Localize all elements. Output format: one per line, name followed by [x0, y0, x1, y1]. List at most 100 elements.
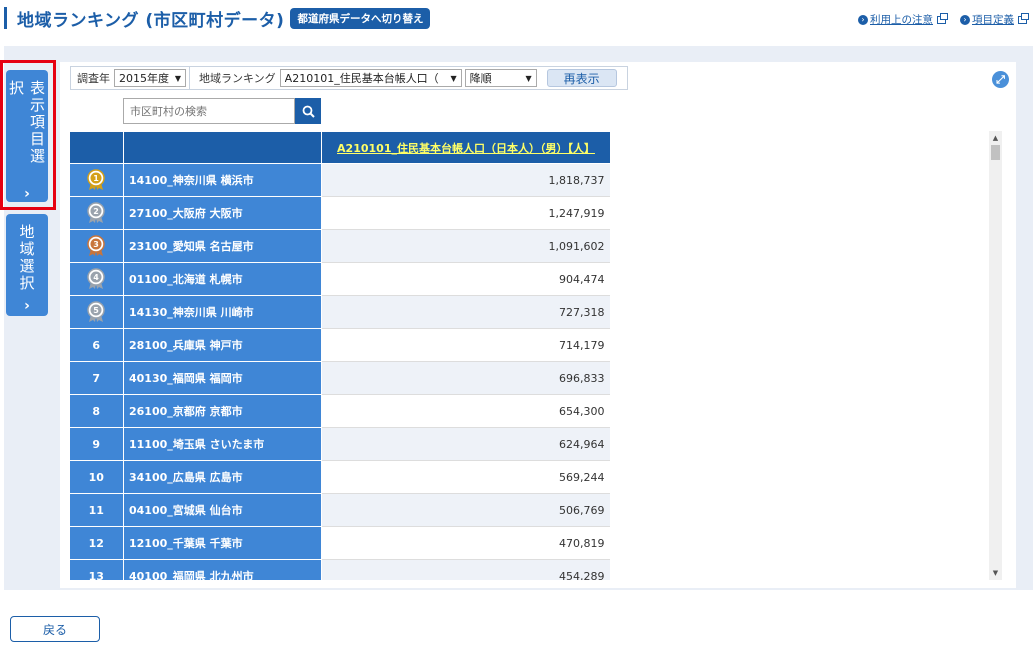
back-button[interactable]: 戻る — [10, 616, 100, 642]
medal-rank-number: 4 — [93, 273, 99, 282]
page-header: 地域ランキング (市区町村データ) 都道府県データへ切り替え — [4, 6, 431, 31]
municipality-name-cell[interactable]: 34100_広島県 広島市 — [123, 460, 322, 494]
ranking-label: 地域ランキング — [199, 72, 276, 85]
search-button[interactable] — [295, 98, 321, 124]
region-select-tab[interactable]: 地域選択 › — [6, 214, 48, 316]
population-value-cell: 696,833 — [321, 361, 610, 395]
table-row: 7 40130_福岡県 福岡市 696,833 — [69, 361, 610, 395]
plain-medal-icon: 4 — [87, 268, 105, 289]
population-value-cell: 654,300 — [321, 394, 610, 428]
population-value-cell: 904,474 — [321, 262, 610, 296]
municipality-name-cell[interactable]: 11100_埼玉県 さいたま市 — [123, 427, 322, 461]
table-row: 4 01100_北海道 札幌市 904,474 — [69, 262, 610, 296]
bronze-medal-icon: 3 — [87, 235, 105, 256]
rank-cell: 5 — [69, 295, 124, 329]
usage-notes-link[interactable]: › 利用上の注意 — [858, 12, 948, 27]
external-window-icon — [937, 12, 948, 24]
dropdown-arrow-icon: ▼ — [450, 73, 457, 83]
table-row: 9 11100_埼玉県 さいたま市 624,964 — [69, 427, 610, 461]
municipality-name-cell[interactable]: 26100_京都府 京都市 — [123, 394, 322, 428]
highlight-box — [0, 60, 56, 210]
table-header-row: A210101_住民基本台帳人口（日本人）（男）【人】 — [69, 131, 610, 164]
population-value-cell: 1,247,919 — [321, 196, 610, 230]
rank-cell: 1 — [69, 163, 124, 197]
toolbar-divider — [189, 67, 190, 89]
population-value-cell: 624,964 — [321, 427, 610, 461]
table-body: 1 14100_神奈川県 横浜市 1,818,737 2 27100_大阪府 大阪市 1,… — [69, 163, 610, 580]
dropdown-arrow-icon: ▼ — [174, 73, 181, 83]
year-label: 調査年 — [77, 72, 110, 85]
table-row: 11 04100_宮城県 仙台市 506,769 — [69, 493, 610, 527]
region-select-tab-label: 地域選択 — [17, 224, 36, 292]
rank-cell: 10 — [69, 460, 124, 494]
scroll-down-arrow-icon[interactable]: ▼ — [989, 566, 1002, 580]
table-row: 12 12100_千葉県 千葉市 470,819 — [69, 526, 610, 560]
municipality-name-cell[interactable]: 23100_愛知県 名古屋市 — [123, 229, 322, 263]
municipality-search-input[interactable] — [123, 98, 295, 124]
chevron-right-icon: › — [24, 298, 30, 314]
rank-column-header — [69, 131, 124, 164]
item-definition-label: 項目定義 — [972, 14, 1014, 26]
value-column-header[interactable]: A210101_住民基本台帳人口（日本人）（男）【人】 — [321, 131, 610, 164]
header-links: › 利用上の注意 › 項目定義 — [858, 12, 1029, 27]
rank-cell: 13 — [69, 559, 124, 580]
search-icon — [302, 105, 315, 118]
filter-toolbar: 調査年 2015年度 ▼ 地域ランキング A210101_住民基本台帳人口（ ▼… — [70, 66, 628, 90]
ranking-item-value: A210101_住民基本台帳人口（ — [284, 72, 439, 85]
municipality-name-cell[interactable]: 40100_福岡県 北九州市 — [123, 559, 322, 580]
ranking-table: A210101_住民基本台帳人口（日本人）（男）【人】 1 14100_神奈川県 … — [69, 131, 610, 580]
external-window-icon — [1018, 12, 1029, 24]
rank-cell: 3 — [69, 229, 124, 263]
name-column-header — [123, 131, 322, 164]
table-row: 2 27100_大阪府 大阪市 1,247,919 — [69, 196, 610, 230]
scroll-up-arrow-icon[interactable]: ▲ — [989, 131, 1002, 145]
municipality-name-cell[interactable]: 04100_宮城県 仙台市 — [123, 493, 322, 527]
usage-notes-label: 利用上の注意 — [870, 14, 933, 26]
municipality-name-cell[interactable]: 14130_神奈川県 川崎市 — [123, 295, 322, 329]
rank-cell: 9 — [69, 427, 124, 461]
scroll-thumb[interactable] — [991, 145, 1000, 160]
rank-cell: 8 — [69, 394, 124, 428]
ranking-item-select[interactable]: A210101_住民基本台帳人口（ ▼ — [279, 69, 462, 87]
population-value-cell: 1,818,737 — [321, 163, 610, 197]
table-row: 3 23100_愛知県 名古屋市 1,091,602 — [69, 229, 610, 263]
sort-order-select[interactable]: 降順 ▼ — [464, 69, 537, 87]
gold-medal-icon: 1 — [87, 169, 105, 190]
table-row: 13 40100_福岡県 北九州市 454,289 — [69, 559, 610, 580]
rank-cell: 2 — [69, 196, 124, 230]
rank-cell: 4 — [69, 262, 124, 296]
population-value-cell: 727,318 — [321, 295, 610, 329]
population-value-cell: 569,244 — [321, 460, 610, 494]
title-accent-bar — [4, 7, 7, 29]
reload-button[interactable]: 再表示 — [546, 69, 617, 87]
silver-medal-icon: 2 — [87, 202, 105, 223]
municipality-name-cell[interactable]: 14100_神奈川県 横浜市 — [123, 163, 322, 197]
municipality-name-cell[interactable]: 01100_北海道 札幌市 — [123, 262, 322, 296]
plain-medal-icon: 5 — [87, 301, 105, 322]
municipality-name-cell[interactable]: 28100_兵庫県 神戸市 — [123, 328, 322, 362]
rank-cell: 12 — [69, 526, 124, 560]
population-value-cell: 470,819 — [321, 526, 610, 560]
municipality-name-cell[interactable]: 27100_大阪府 大阪市 — [123, 196, 322, 230]
year-select[interactable]: 2015年度 ▼ — [114, 69, 186, 87]
medal-rank-number: 2 — [93, 207, 99, 216]
dropdown-arrow-icon: ▼ — [525, 73, 532, 83]
population-value-cell: 1,091,602 — [321, 229, 610, 263]
population-value-cell: 506,769 — [321, 493, 610, 527]
population-value-cell: 714,179 — [321, 328, 610, 362]
switch-to-prefecture-button[interactable]: 都道府県データへ切り替え — [290, 7, 431, 29]
medal-rank-number: 3 — [93, 240, 99, 249]
fullscreen-expand-icon[interactable]: ⤢ — [992, 71, 1009, 88]
medal-rank-number: 1 — [93, 174, 99, 183]
municipality-name-cell[interactable]: 12100_千葉県 千葉市 — [123, 526, 322, 560]
item-definition-link[interactable]: › 項目定義 — [960, 12, 1029, 27]
municipality-name-cell[interactable]: 40130_福岡県 福岡市 — [123, 361, 322, 395]
table-row: 10 34100_広島県 広島市 569,244 — [69, 460, 610, 494]
table-scrollbar[interactable]: ▲ ▼ — [989, 131, 1002, 580]
population-value-cell: 454,289 — [321, 559, 610, 580]
medal-rank-number: 5 — [93, 306, 99, 315]
ranking-table-container: A210101_住民基本台帳人口（日本人）（男）【人】 1 14100_神奈川県 … — [69, 131, 610, 580]
rank-cell: 6 — [69, 328, 124, 362]
table-row: 1 14100_神奈川県 横浜市 1,818,737 — [69, 163, 610, 197]
table-row: 5 14130_神奈川県 川崎市 727,318 — [69, 295, 610, 329]
